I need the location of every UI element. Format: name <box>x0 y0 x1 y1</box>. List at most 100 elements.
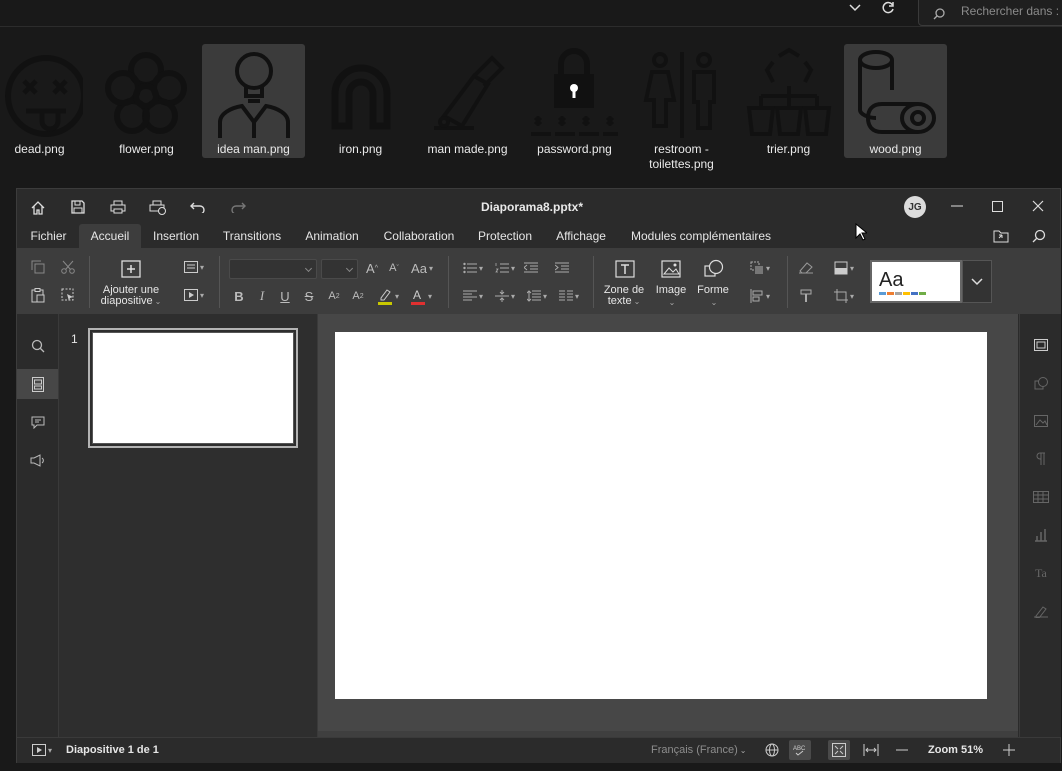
maximize-button[interactable] <box>983 195 1011 217</box>
language-select[interactable]: Français (France) ⌄ <box>651 744 747 756</box>
line-spacing-icon[interactable]: ▾ <box>523 287 551 305</box>
decrease-font-icon[interactable]: Aˇ <box>386 259 402 277</box>
copy-icon[interactable] <box>30 259 46 275</box>
file-item[interactable]: password.png <box>523 44 626 158</box>
explorer-search-placeholder: Rechercher dans : Je <box>961 4 1062 18</box>
slide-size-icon[interactable]: ▾ <box>829 287 859 305</box>
copy-style-icon[interactable] <box>798 287 814 305</box>
slideshow-start-icon[interactable]: ▾ <box>179 286 209 304</box>
spellcheck-icon[interactable]: ABC <box>789 740 811 760</box>
tab-modules[interactable]: Modules complémentaires <box>621 224 781 248</box>
shape-icon[interactable] <box>703 258 725 280</box>
add-slide-label-2[interactable]: diapositive ⌄ <box>96 296 166 307</box>
font-size-select[interactable] <box>321 259 358 279</box>
slide-layout-icon[interactable]: ▾ <box>179 258 209 276</box>
chevron-down-icon[interactable] <box>843 0 867 17</box>
image-label[interactable]: Image <box>651 285 691 296</box>
file-item[interactable]: wood.png <box>844 44 947 158</box>
tab-animation[interactable]: Animation <box>299 224 365 248</box>
numbered-list-icon[interactable]: ▾ <box>491 259 519 277</box>
paste-icon[interactable] <box>30 287 46 303</box>
text-box-icon[interactable] <box>614 259 636 279</box>
tab-fichier[interactable]: Fichier <box>22 224 75 248</box>
start-slideshow-button[interactable]: ▾ <box>27 740 57 760</box>
globe-icon[interactable] <box>761 740 783 760</box>
slide-counter: Diapositive 1 de 1 <box>66 744 159 756</box>
mouse-cursor-icon <box>855 223 867 241</box>
superscript-icon[interactable]: A2 <box>326 287 342 305</box>
tab-collaboration[interactable]: Collaboration <box>375 224 463 248</box>
slide-thumbnail[interactable] <box>88 328 298 448</box>
image-icon[interactable] <box>660 259 682 279</box>
search-icon[interactable] <box>17 331 58 361</box>
tab-protection[interactable]: Protection <box>472 224 538 248</box>
align-objects-icon[interactable]: ▾ <box>746 287 774 305</box>
tab-affichage[interactable]: Affichage <box>549 224 613 248</box>
columns-icon[interactable]: ▾ <box>555 287 583 305</box>
file-item[interactable]: flower.png <box>95 44 198 158</box>
announcement-icon[interactable] <box>17 445 58 475</box>
italic-icon[interactable]: I <box>255 287 269 305</box>
cut-icon[interactable] <box>60 259 76 275</box>
refresh-icon[interactable] <box>876 0 900 17</box>
comments-icon[interactable] <box>17 407 58 437</box>
file-name: flower.png <box>119 142 174 156</box>
select-all-icon[interactable] <box>60 287 76 303</box>
zoom-out-button[interactable] <box>891 740 913 760</box>
open-file-location-icon[interactable] <box>987 224 1015 248</box>
arrange-icon[interactable]: ▾ <box>746 259 774 277</box>
slide-settings-icon[interactable] <box>1020 330 1061 360</box>
theme-dropdown-button[interactable] <box>962 260 992 303</box>
explorer-search-input[interactable]: Rechercher dans : Je <box>918 0 1062 26</box>
highlight-color-icon[interactable]: ▾ <box>373 286 403 306</box>
change-case-icon[interactable]: Aa ▾ <box>408 259 436 277</box>
file-item[interactable]: man made.png <box>416 44 519 158</box>
underline-icon[interactable]: U <box>278 287 292 305</box>
increase-font-icon[interactable]: A ^ <box>364 259 380 277</box>
close-button[interactable] <box>1024 195 1052 217</box>
file-item[interactable]: dead.png <box>0 44 91 158</box>
bullet-list-icon[interactable]: ▾ <box>459 259 487 277</box>
bold-icon[interactable]: B <box>232 287 246 305</box>
dead-face-icon <box>5 55 83 137</box>
chevron-down-icon[interactable]: ⌄ <box>693 297 733 308</box>
tab-accueil[interactable]: Accueil <box>79 224 141 248</box>
slide-canvas[interactable] <box>335 332 987 699</box>
zoom-in-button[interactable] <box>998 740 1020 760</box>
fill-color-icon[interactable]: ▾ <box>829 259 859 277</box>
slides-panel-icon[interactable] <box>17 369 58 399</box>
file-item[interactable]: restroom - toilettes.png <box>630 44 733 171</box>
user-avatar[interactable]: JG <box>904 196 926 218</box>
shape-label[interactable]: Forme <box>693 285 733 296</box>
separator <box>89 256 90 308</box>
increase-indent-icon[interactable] <box>554 259 570 277</box>
tab-insertion[interactable]: Insertion <box>145 224 207 248</box>
text-box-label-2[interactable]: texte ⌄ <box>600 296 648 307</box>
separator <box>448 256 449 308</box>
strikethrough-icon[interactable]: S <box>302 287 316 305</box>
fit-to-width-icon[interactable] <box>860 740 882 760</box>
fit-to-slide-icon[interactable] <box>828 740 850 760</box>
file-item[interactable]: iron.png <box>309 44 412 158</box>
chevron-down-icon[interactable]: ⌄ <box>651 297 691 308</box>
language-label: Français (France) <box>651 744 738 756</box>
file-name: password.png <box>537 142 612 156</box>
search-icon[interactable] <box>1025 224 1053 248</box>
swatch <box>919 292 926 295</box>
slide-editor-area <box>318 314 1018 737</box>
font-color-icon[interactable]: A ▾ <box>406 286 436 306</box>
svg-text:ABC: ABC <box>793 746 806 752</box>
zoom-level: Zoom 51% <box>928 744 984 756</box>
align-left-icon[interactable]: ▾ <box>459 287 487 305</box>
file-item[interactable]: idea man.png <box>202 44 305 158</box>
clear-format-icon[interactable] <box>798 259 814 277</box>
vertical-align-icon[interactable]: ▾ <box>491 287 519 305</box>
minimize-button[interactable] <box>943 195 971 217</box>
file-item[interactable]: trier.png <box>737 44 840 158</box>
subscript-icon[interactable]: A2 <box>350 287 366 305</box>
add-slide-icon[interactable] <box>121 259 141 279</box>
tab-transitions[interactable]: Transitions <box>214 224 290 248</box>
font-family-select[interactable] <box>229 259 317 279</box>
decrease-indent-icon[interactable] <box>523 259 539 277</box>
theme-style-preview[interactable]: Aa <box>870 260 962 303</box>
